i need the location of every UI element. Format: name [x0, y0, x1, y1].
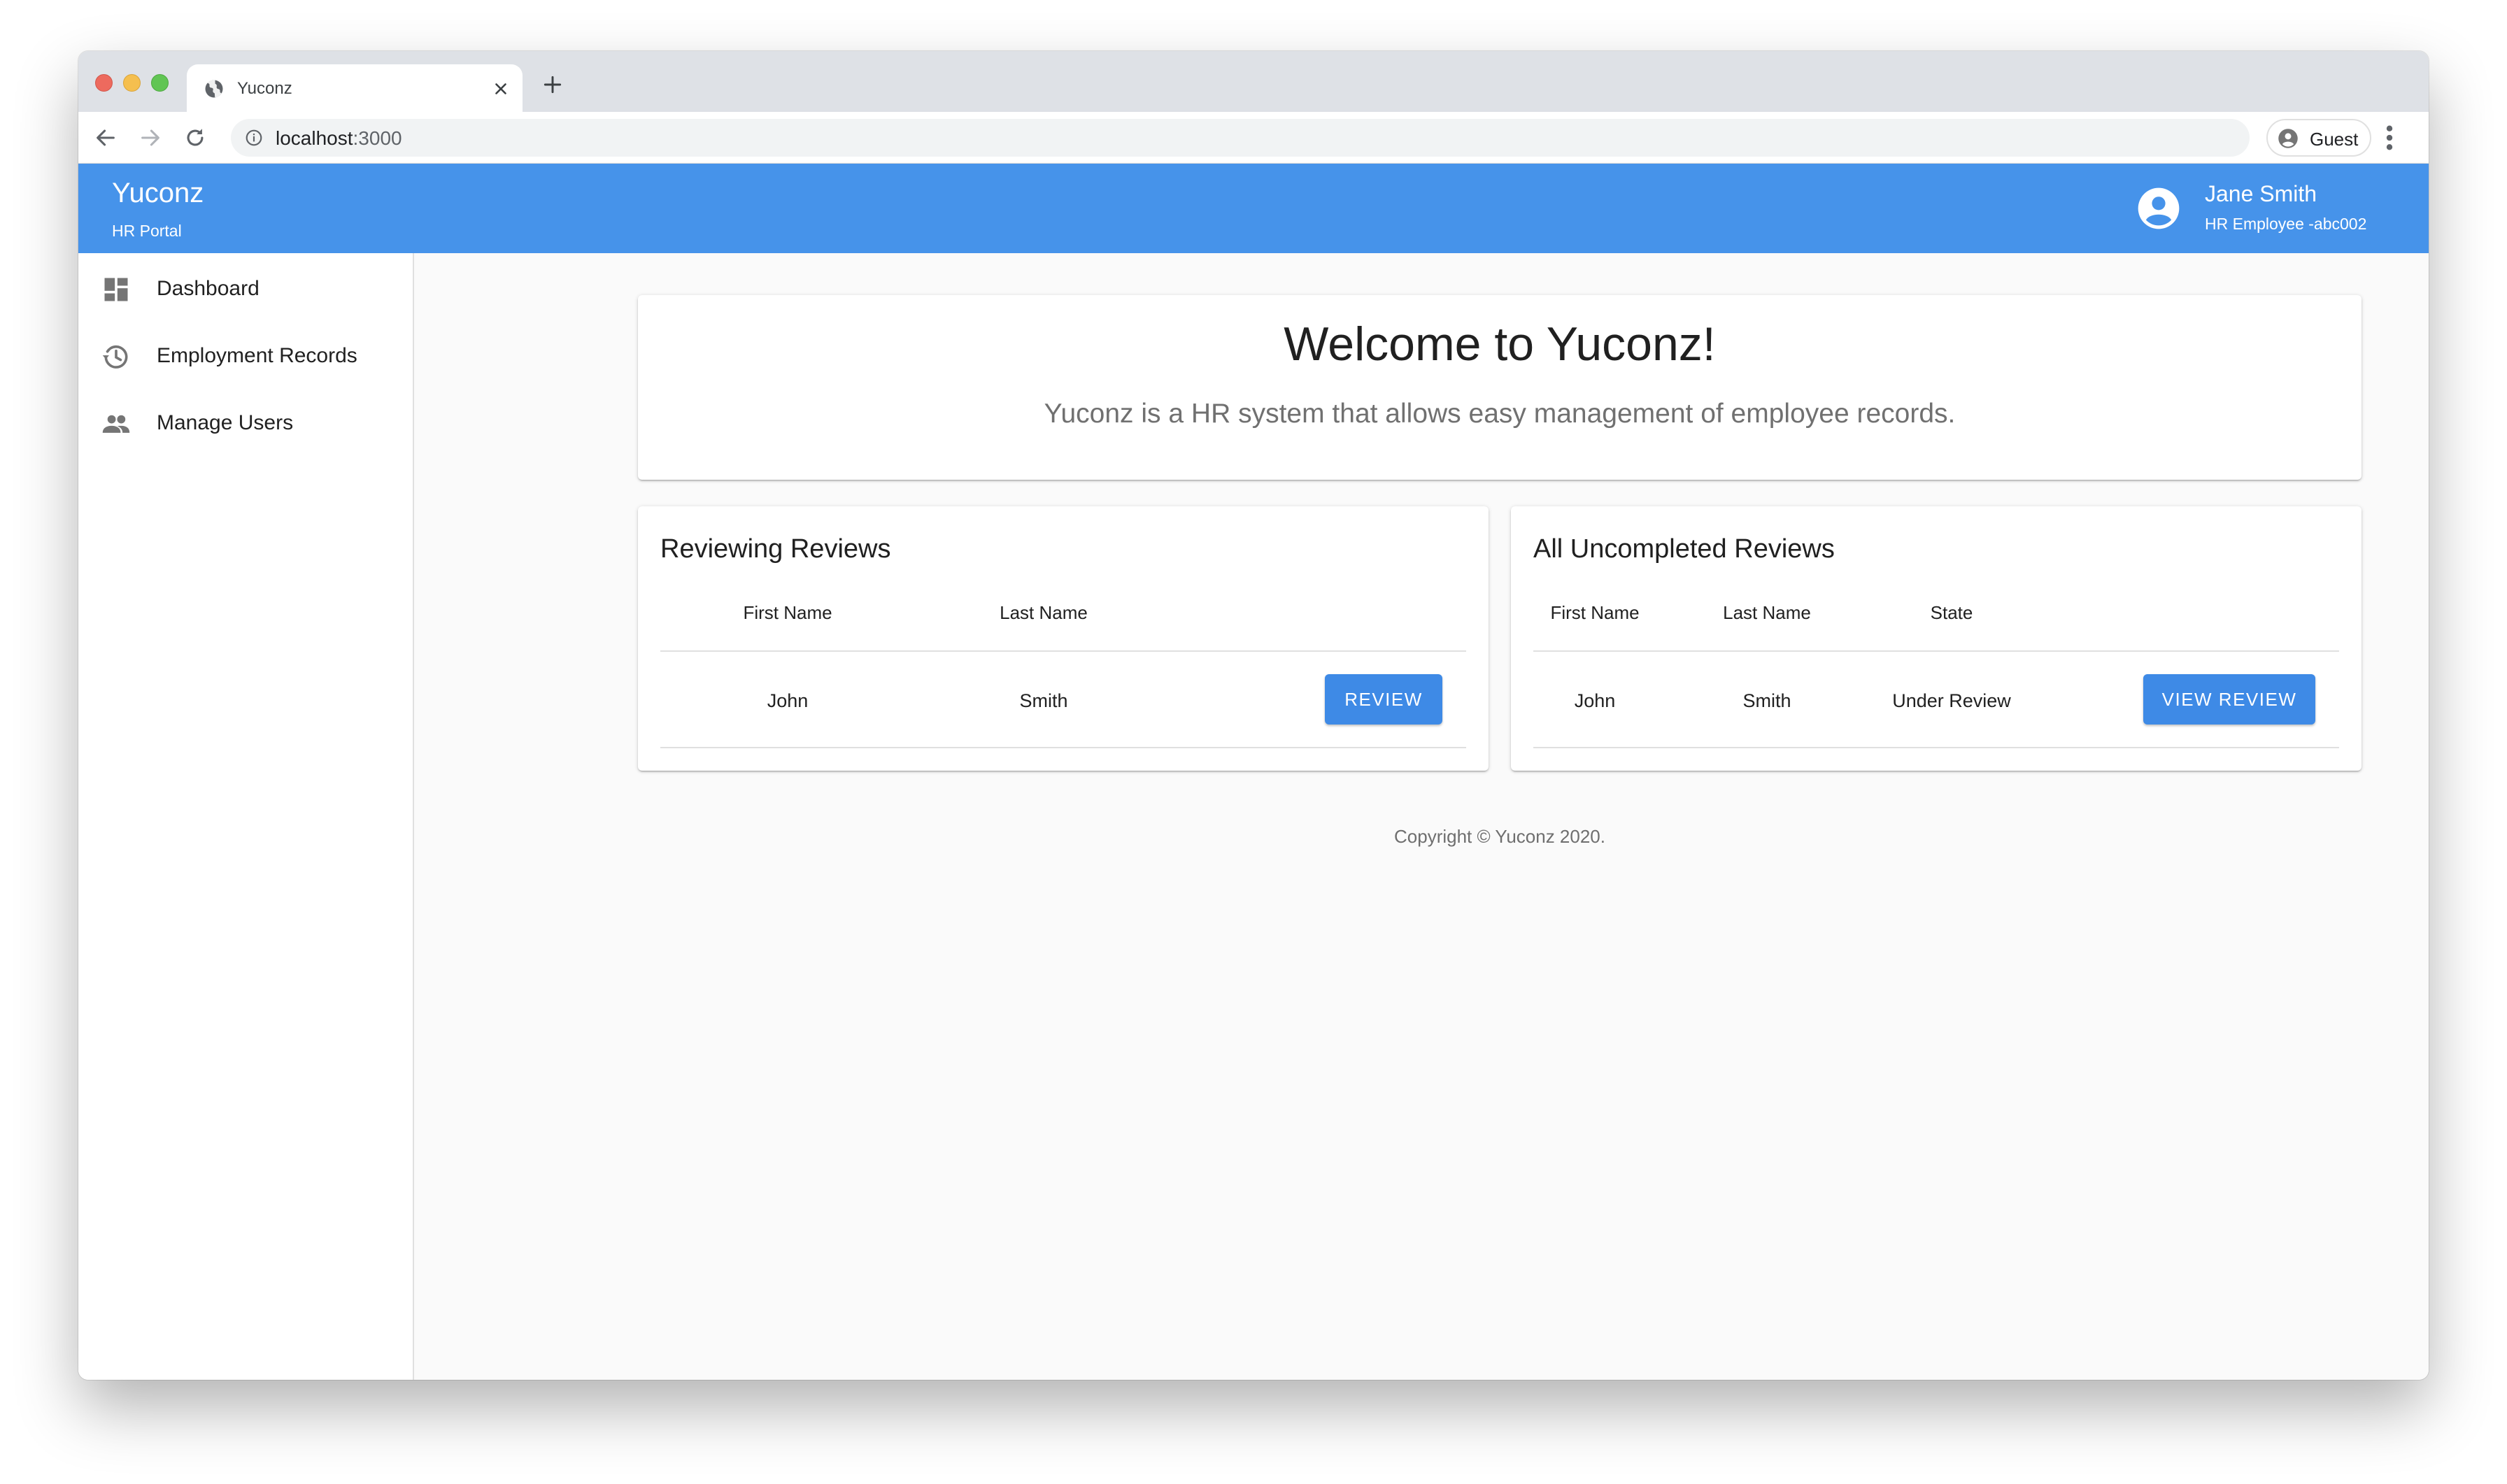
reload-icon[interactable] — [183, 126, 207, 150]
main-content: Welcome to Yuconz! Yuconz is a HR system… — [414, 253, 2429, 1380]
header-divider — [1533, 650, 2339, 652]
brand-title[interactable]: Yuconz — [112, 176, 204, 210]
back-arrow-icon[interactable] — [94, 126, 118, 150]
uncompleted-reviews-card: All Uncompleted Reviews First Name Last … — [1511, 506, 2362, 771]
review-button[interactable]: REVIEW — [1325, 674, 1442, 725]
user-role: HR Employee -abc002 — [2205, 215, 2367, 233]
user-name: Jane Smith — [2205, 181, 2317, 206]
sidebar-item-label: Dashboard — [157, 277, 260, 300]
people-icon — [102, 415, 130, 433]
dashboard-icon — [104, 278, 128, 301]
globe-icon — [205, 80, 223, 98]
row-divider — [1533, 747, 2339, 748]
footer-copyright: Copyright © Yuconz 2020. — [1394, 826, 1605, 847]
column-header-last-name: Last Name — [1000, 602, 1088, 623]
account-circle-icon — [2278, 129, 2298, 148]
tab-title: Yuconz — [237, 79, 292, 98]
sidebar-item-label: Manage Users — [157, 411, 294, 434]
cell-first-name: John — [767, 690, 809, 711]
sidebar-item-label: Employment Records — [157, 344, 357, 367]
more-vert-icon[interactable] — [2385, 124, 2394, 151]
browser-window: Yuconz localhost:3000 Guest Yuconz HR Po… — [78, 51, 2429, 1380]
brand-subtitle: HR Portal — [112, 222, 182, 240]
welcome-text: Yuconz is a HR system that allows easy m… — [1044, 399, 1956, 429]
maximize-window-button[interactable] — [151, 74, 169, 92]
cell-last-name: Smith — [1019, 690, 1068, 711]
header-divider — [660, 650, 1466, 652]
column-header-first-name: First Name — [743, 602, 832, 623]
sidebar-item-employment-records[interactable]: Employment Records — [78, 320, 413, 387]
close-window-button[interactable] — [95, 74, 113, 92]
url-text: localhost:3000 — [276, 127, 402, 149]
tab-strip: Yuconz — [78, 51, 2429, 112]
account-circle-icon[interactable] — [2136, 186, 2181, 231]
sidebar: Dashboard Employment Records Manage User… — [78, 253, 414, 1380]
new-tab-icon[interactable] — [541, 73, 564, 96]
welcome-title: Welcome to Yuconz! — [1284, 318, 1716, 371]
minimize-window-button[interactable] — [123, 74, 141, 92]
card-title: All Uncompleted Reviews — [1533, 534, 1835, 564]
browser-tab[interactable]: Yuconz — [187, 64, 523, 112]
address-bar[interactable]: localhost:3000 — [231, 119, 2250, 157]
profile-label: Guest — [2310, 129, 2359, 150]
cell-state: Under Review — [1892, 690, 2011, 711]
view-review-button[interactable]: VIEW REVIEW — [2143, 674, 2315, 725]
card-title: Reviewing Reviews — [660, 534, 891, 564]
row-divider — [660, 747, 1466, 748]
column-header-last-name: Last Name — [1723, 602, 1811, 623]
sidebar-item-manage-users[interactable]: Manage Users — [78, 387, 413, 455]
column-header-state: State — [1930, 602, 1973, 623]
cell-last-name: Smith — [1742, 690, 1791, 711]
app-bar: Yuconz HR Portal Jane Smith HR Employee … — [78, 164, 2429, 253]
history-icon — [102, 345, 128, 369]
welcome-card: Welcome to Yuconz! Yuconz is a HR system… — [638, 295, 2362, 480]
sidebar-item-dashboard[interactable]: Dashboard — [78, 253, 413, 320]
forward-arrow-icon[interactable] — [139, 126, 162, 150]
column-header-first-name: First Name — [1550, 602, 1640, 623]
browser-toolbar: localhost:3000 Guest — [78, 112, 2429, 164]
reviewing-reviews-card: Reviewing Reviews First Name Last Name J… — [638, 506, 1489, 771]
profile-button[interactable]: Guest — [2266, 119, 2371, 157]
close-icon[interactable] — [492, 80, 510, 98]
info-icon[interactable] — [245, 129, 263, 147]
cell-first-name: John — [1574, 690, 1616, 711]
